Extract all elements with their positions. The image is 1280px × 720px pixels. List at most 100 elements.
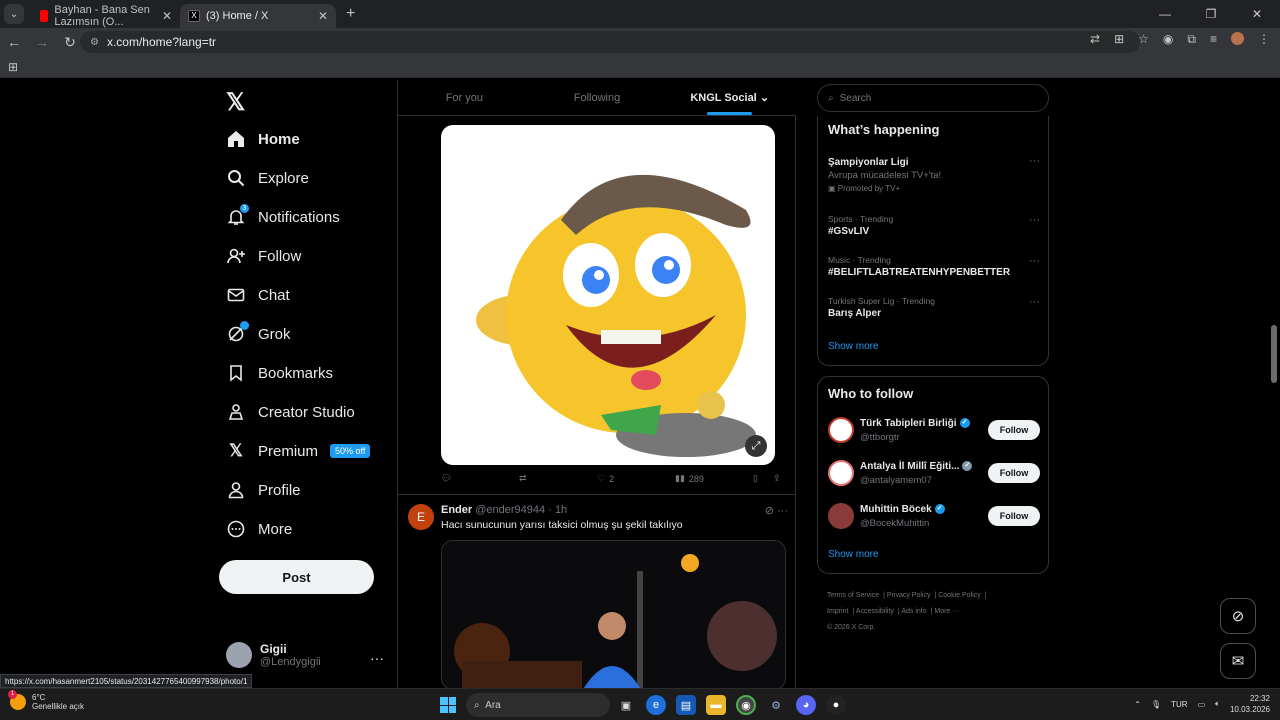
clock[interactable]: 22:32 10.03.2026 (1230, 693, 1270, 715)
footer-link[interactable]: Privacy Policy (887, 592, 931, 599)
sidebar-item-notifications[interactable]: 3 Notifications (226, 201, 340, 233)
follow-button[interactable]: Follow (988, 506, 1040, 526)
tab-kngl-social[interactable]: KNGL Social ⌄ (663, 80, 796, 115)
repost-icon[interactable]: ⇄ (519, 473, 597, 484)
browser-tab-x[interactable]: X (3) Home / X ✕ (180, 4, 336, 28)
sidebar-item-bookmarks[interactable]: Bookmarks (226, 357, 333, 389)
avatar[interactable] (828, 503, 854, 529)
sidebar-item-premium[interactable]: 𝕏 Premium 50% off (226, 435, 371, 467)
sidebar-item-more[interactable]: More (226, 513, 292, 545)
avatar[interactable] (828, 417, 854, 443)
bookmark-tweet-icon[interactable]: ▯ (753, 473, 773, 484)
maximize-icon[interactable]: ❐ (1188, 0, 1234, 28)
tab-for-you[interactable]: For you (398, 80, 531, 115)
sidebar-item-profile[interactable]: Profile (226, 474, 301, 506)
chrome-icon[interactable]: ◉ (736, 695, 756, 715)
store-icon[interactable]: ▤ (676, 695, 696, 715)
weather-widget[interactable]: 1 6°C Genellikle açık (8, 690, 84, 711)
browser-menu-icon[interactable]: ⋮ (1258, 32, 1270, 47)
footer-link[interactable]: Terms of Service (827, 592, 879, 599)
media-expand-icon[interactable]: ⤢ (745, 435, 767, 457)
forward-icon[interactable]: → (28, 34, 56, 50)
page-scrollbar[interactable] (1271, 325, 1277, 383)
file-explorer-icon[interactable]: ▬ (706, 695, 726, 715)
volume-icon[interactable]: 🔈︎ (1215, 699, 1220, 709)
tweet-avatar[interactable]: E (408, 504, 434, 530)
footer-link[interactable]: Ads info (901, 608, 926, 615)
profile-avatar-icon[interactable] (1231, 32, 1244, 45)
trend-item[interactable]: Music · Trending #BELIFTLABTREATENHYPENB… (828, 255, 1040, 278)
footer-link[interactable]: Accessibility (856, 608, 894, 615)
install-icon[interactable]: ⊞ (1114, 32, 1124, 47)
taskbar-search[interactable]: ⌕ Ara (466, 693, 610, 717)
show-more-link[interactable]: Show more (828, 341, 879, 352)
extensions-puzzle-icon[interactable]: ⧉ (1187, 32, 1196, 47)
sidebar-item-chat[interactable]: Chat (226, 279, 290, 311)
tweet-image-emoji[interactable]: ⤢ (441, 125, 775, 465)
tweet-image-night[interactable] (441, 540, 786, 688)
avatar[interactable] (828, 460, 854, 486)
browser-tab-youtube[interactable]: Bayhan - Bana Sen Lazımsın (O... ✕ (32, 4, 180, 28)
footer-link[interactable]: More ··· (934, 608, 959, 615)
trend-more-icon[interactable]: ··· (1029, 296, 1040, 308)
trend-item[interactable]: Turkish Super Lig · Trending Barış Alper… (828, 296, 1040, 319)
language-indicator[interactable]: TUR (1171, 700, 1187, 709)
network-icon[interactable]: ▭ (1198, 700, 1206, 709)
close-window-icon[interactable]: ✕ (1234, 0, 1280, 28)
follow-suggestion[interactable]: Antalya İl Millî Eğiti... ✓ @antalyamem07… (828, 460, 1040, 490)
tweet-more-icon[interactable]: ⊘ ··· (765, 504, 788, 517)
reading-list-icon[interactable]: ≡ (1210, 32, 1217, 47)
site-info-icon[interactable]: ⚙ (90, 37, 99, 48)
chevron-up-icon[interactable]: ⌃ (1134, 700, 1141, 709)
grok-fab-icon[interactable]: ⊘ (1220, 598, 1256, 634)
bookmark-star-icon[interactable]: ☆ (1138, 32, 1149, 47)
apps-grid-icon[interactable]: ⊞ (8, 60, 18, 74)
close-tab-icon[interactable]: ✕ (318, 9, 328, 23)
sidebar-item-grok[interactable]: Grok (226, 318, 291, 350)
windows-start-icon[interactable] (440, 697, 456, 713)
extension-icon[interactable]: ◉ (1163, 32, 1173, 47)
task-view-icon[interactable]: ▣ (616, 695, 636, 715)
reply-icon[interactable]: 💬︎ (441, 473, 519, 484)
close-tab-icon[interactable]: ✕ (162, 9, 172, 23)
minimize-icon[interactable]: — (1142, 0, 1188, 28)
sidebar-item-explore[interactable]: Explore (226, 162, 309, 194)
account-switcher[interactable]: Gigii @Lendygigii (226, 642, 321, 668)
trend-item[interactable]: Sports · Trending #GSvLIV ··· (828, 214, 1040, 237)
discord-icon[interactable]: ◕ (796, 695, 816, 715)
translate-icon[interactable]: ⇄ (1090, 32, 1100, 47)
sidebar-item-creator-studio[interactable]: Creator Studio (226, 396, 355, 428)
tweet-author-handle[interactable]: @ender94944 (475, 504, 545, 516)
follow-button[interactable]: Follow (988, 463, 1040, 483)
microphone-icon[interactable]: 🎙︎ (1151, 700, 1161, 709)
tab-search-button[interactable]: ⌄ (4, 4, 24, 24)
tab-following[interactable]: Following (531, 80, 664, 115)
trend-item[interactable]: Şampiyonlar Ligi Avrupa mücadelesi TV+'t… (828, 155, 1040, 193)
follow-suggestion[interactable]: Muhittin Böcek ✓ @BocekMuhittin Follow (828, 503, 1040, 533)
sidebar-item-follow[interactable]: Follow (226, 240, 301, 272)
account-more-icon[interactable]: ··· (370, 650, 384, 666)
messages-fab-icon[interactable]: ✉ (1220, 643, 1256, 679)
x-logo-icon[interactable]: 𝕏 (226, 88, 245, 117)
sidebar-item-home[interactable]: Home (226, 123, 300, 155)
tweet-author-name[interactable]: Ender (441, 504, 472, 516)
follow-button[interactable]: Follow (988, 420, 1040, 440)
address-bar[interactable]: ⚙ x.com/home?lang=tr (80, 31, 1140, 53)
trend-more-icon[interactable]: ··· (1029, 255, 1040, 267)
footer-link[interactable]: Imprint (827, 608, 848, 615)
views-button[interactable]: ▮▮ 289 (675, 473, 753, 484)
steam-icon[interactable]: ● (826, 695, 846, 715)
share-icon[interactable]: ⇪ (773, 473, 781, 484)
new-tab-icon[interactable]: + (346, 5, 355, 23)
tweet-time[interactable]: 1h (555, 504, 567, 516)
trend-more-icon[interactable]: ··· (1029, 214, 1040, 226)
back-icon[interactable]: ← (0, 34, 28, 50)
trend-more-icon[interactable]: ··· (1029, 155, 1040, 167)
footer-link[interactable]: Cookie Policy (938, 592, 980, 599)
show-more-link[interactable]: Show more (828, 549, 879, 560)
settings-gear-icon[interactable]: ⚙ (766, 695, 786, 715)
like-button[interactable]: ♡ 2 (597, 473, 675, 484)
post-button[interactable]: Post (219, 560, 374, 594)
edge-icon[interactable]: e (646, 695, 666, 715)
search-input[interactable] (839, 92, 1020, 104)
